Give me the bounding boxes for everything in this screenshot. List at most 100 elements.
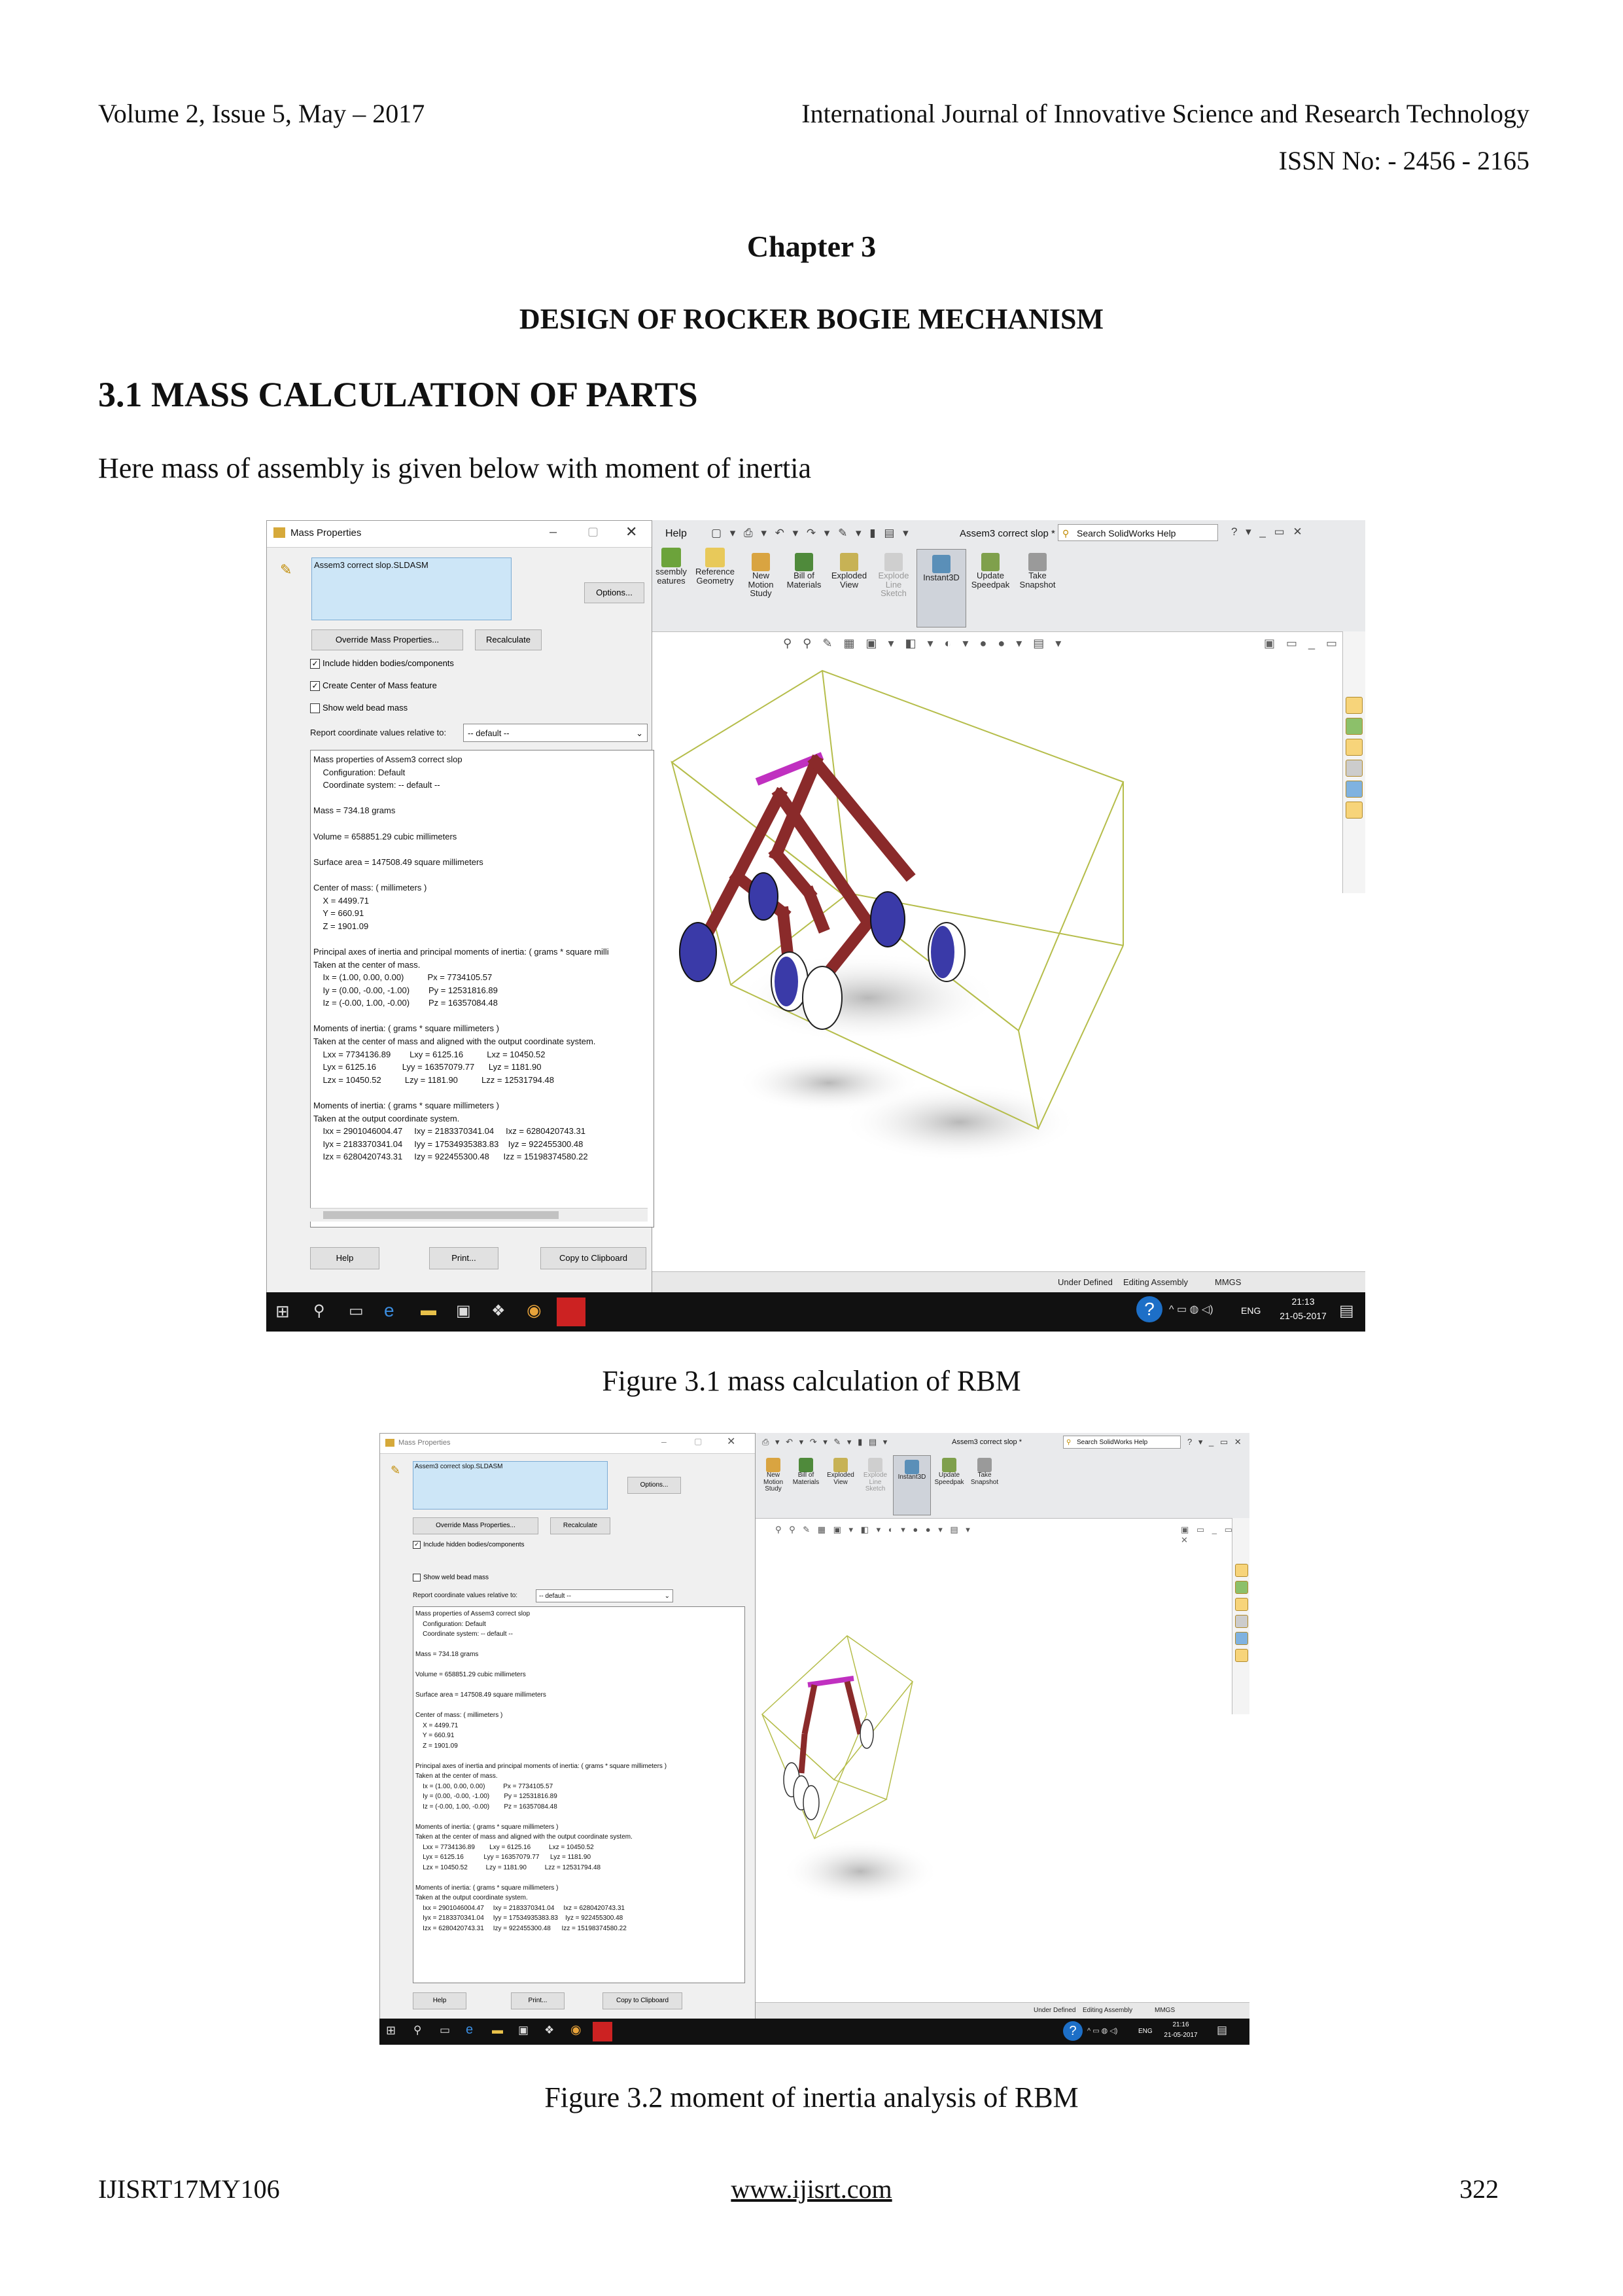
solidworks-taskbar-icon[interactable] — [593, 2022, 612, 2041]
task-pane-custom-properties-icon[interactable] — [1346, 802, 1363, 819]
recalculate-button[interactable]: Recalculate — [550, 1517, 610, 1534]
new-motion-study-button[interactable]: New Motion Study — [758, 1458, 788, 1493]
selected-items-list[interactable]: Assem3 correct slop.SLDASM — [413, 1461, 608, 1510]
help-button[interactable]: Help — [413, 1992, 466, 2009]
quick-access-toolbar[interactable]: ▢ ▾ ⎙ ▾ ↶ ▾ ↷ ▾ ✎ ▾ ▮ ▤ ▾ — [711, 527, 911, 540]
bill-of-materials-button[interactable]: Bill of Materials — [790, 1458, 822, 1486]
maximize-button[interactable]: ▢ — [587, 525, 599, 539]
take-snapshot-button[interactable]: Take Snapshot — [968, 1458, 1002, 1486]
edge-icon[interactable]: e — [384, 1300, 394, 1321]
search-input[interactable]: ⚲ Search SolidWorks Help — [1058, 524, 1218, 541]
mass-properties-report[interactable]: Mass properties of Assem3 correct slop C… — [310, 750, 654, 1227]
search-icon[interactable]: ⚲ — [313, 1301, 325, 1320]
chrome-icon[interactable]: ◉ — [527, 1300, 542, 1320]
reference-geometry-button[interactable]: Reference Geometry — [693, 548, 737, 585]
task-pane-view-palette-icon[interactable] — [1346, 760, 1363, 777]
search-input[interactable]: ⚲ Search SolidWorks Help — [1063, 1436, 1181, 1449]
exploded-view-button[interactable]: Exploded View — [824, 1458, 858, 1486]
take-snapshot-button[interactable]: Take Snapshot — [1016, 553, 1059, 589]
help-menu[interactable]: Help — [665, 528, 687, 540]
assembly-features-button[interactable]: ssembly eatures — [652, 548, 690, 585]
print-button[interactable]: Print... — [429, 1247, 498, 1269]
minimize-button[interactable]: – — [550, 525, 557, 540]
notifications-icon[interactable]: ▤ — [1217, 2024, 1227, 2037]
close-button[interactable]: ✕ — [625, 523, 637, 540]
mass-properties-dialog: Mass Properties – ▢ ✕ ✎ Assem3 correct s… — [379, 1433, 756, 2020]
bill-of-materials-button[interactable]: Bill of Materials — [783, 553, 825, 589]
task-pane-tabs[interactable] — [1342, 631, 1365, 893]
store-icon[interactable]: ▣ — [518, 2024, 529, 2037]
help-circle-icon[interactable]: ? — [1136, 1296, 1162, 1322]
print-button[interactable]: Print... — [511, 1992, 565, 2009]
report-line — [313, 843, 651, 856]
maximize-button[interactable]: ▢ — [694, 1436, 702, 1447]
task-pane-library-icon[interactable] — [1346, 718, 1363, 735]
task-view-icon[interactable]: ▭ — [440, 2024, 450, 2037]
show-weld-checkbox[interactable]: Show weld bead mass — [413, 1574, 489, 1581]
task-pane-tabs[interactable] — [1232, 1518, 1249, 1714]
selected-items-list[interactable]: Assem3 correct slop.SLDASM — [311, 557, 512, 620]
include-hidden-checkbox[interactable]: ✓ Include hidden bodies/components — [310, 658, 454, 669]
update-speedpak-button[interactable]: Update Speedpak — [932, 1458, 966, 1486]
task-pane-resources-icon[interactable] — [1346, 697, 1363, 714]
task-view-icon[interactable]: ▭ — [349, 1301, 364, 1320]
coordinate-system-select[interactable]: -- default -- ⌄ — [463, 724, 648, 742]
edge-icon[interactable]: e — [466, 2022, 473, 2038]
language-indicator[interactable]: ENG — [1138, 2028, 1153, 2035]
instant3d-button[interactable]: Instant3D — [893, 1455, 931, 1515]
new-motion-study-button[interactable]: New Motion Study — [741, 553, 780, 598]
language-indicator[interactable]: ENG — [1241, 1305, 1261, 1316]
copy-to-clipboard-button[interactable]: Copy to Clipboard — [540, 1247, 646, 1269]
dropbox-icon[interactable]: ❖ — [544, 2024, 554, 2037]
window-controls[interactable]: ? ▾ _ ▭ ✕ — [1231, 525, 1305, 539]
start-icon[interactable]: ⊞ — [386, 2024, 396, 2038]
system-tray-icons[interactable]: ^ ▭ ◍ ◁) — [1087, 2026, 1117, 2035]
copy-to-clipboard-button[interactable]: Copy to Clipboard — [602, 1992, 682, 2009]
file-explorer-icon[interactable]: ▬ — [492, 2024, 503, 2037]
dropbox-icon[interactable]: ❖ — [491, 1301, 506, 1320]
task-pane-library-icon[interactable] — [1235, 1581, 1248, 1594]
instant3d-button[interactable]: Instant3D — [916, 549, 966, 627]
rocker-bogie-3d-view[interactable] — [652, 631, 1319, 1174]
notifications-icon[interactable]: ▤ — [1339, 1301, 1354, 1320]
create-com-checkbox[interactable]: ✓ Create Center of Mass feature — [310, 680, 437, 692]
solidworks-taskbar-icon[interactable] — [557, 1298, 585, 1326]
chrome-icon[interactable]: ◉ — [570, 2022, 582, 2038]
recalculate-button[interactable]: Recalculate — [475, 629, 542, 650]
explode-line-sketch-button[interactable]: Explode Line Sketch — [859, 1458, 892, 1493]
journal-website-link[interactable]: www.ijisrt.com — [731, 2174, 892, 2204]
options-button[interactable]: Options... — [584, 582, 644, 603]
task-pane-appearances-icon[interactable] — [1346, 781, 1363, 798]
coordinate-system-select[interactable]: -- default -- ⌄ — [536, 1589, 673, 1602]
show-weld-checkbox[interactable]: Show weld bead mass — [310, 703, 408, 714]
report-line: Iyx = 2183370341.04 Iyy = 17534935383.83… — [313, 1139, 584, 1149]
report-line: Taken at the center of mass and aligned … — [313, 1036, 596, 1047]
task-pane-appearances-icon[interactable] — [1235, 1632, 1248, 1645]
task-pane-custom-properties-icon[interactable] — [1235, 1649, 1248, 1662]
quick-access-toolbar[interactable]: ⎙ ▾ ↶ ▾ ↷ ▾ ✎ ▾ ▮ ▤ ▾ — [762, 1437, 889, 1447]
store-icon[interactable]: ▣ — [456, 1301, 471, 1320]
horizontal-scrollbar[interactable] — [310, 1208, 648, 1222]
minimize-button[interactable]: – — [661, 1436, 667, 1447]
update-speedpak-button[interactable]: Update Speedpak — [969, 553, 1012, 589]
help-button[interactable]: Help — [310, 1247, 379, 1269]
rocker-bogie-3d-view[interactable] — [756, 1518, 1227, 1996]
file-explorer-icon[interactable]: ▬ — [421, 1301, 436, 1320]
override-mass-properties-button[interactable]: Override Mass Properties... — [413, 1517, 538, 1534]
close-button[interactable]: ✕ — [727, 1435, 735, 1448]
start-icon[interactable]: ⊞ — [275, 1301, 290, 1322]
task-pane-view-palette-icon[interactable] — [1235, 1615, 1248, 1628]
exploded-view-button[interactable]: Exploded View — [828, 553, 871, 589]
task-pane-explorer-icon[interactable] — [1235, 1598, 1248, 1611]
include-hidden-checkbox[interactable]: ✓ Include hidden bodies/components — [413, 1541, 525, 1549]
explode-line-sketch-button[interactable]: Explode Line Sketch — [873, 553, 914, 598]
search-icon[interactable]: ⚲ — [413, 2024, 421, 2037]
help-circle-icon[interactable]: ? — [1063, 2021, 1083, 2041]
system-tray-icons[interactable]: ^ ▭ ◍ ◁) — [1169, 1303, 1213, 1316]
task-pane-explorer-icon[interactable] — [1346, 739, 1363, 756]
task-pane-resources-icon[interactable] — [1235, 1564, 1248, 1577]
override-mass-properties-button[interactable]: Override Mass Properties... — [311, 629, 463, 650]
options-button[interactable]: Options... — [627, 1477, 681, 1494]
window-controls[interactable]: ? ▾ _ ▭ ✕ — [1187, 1437, 1244, 1447]
mass-properties-report[interactable]: Mass properties of Assem3 correct slop C… — [413, 1606, 745, 1983]
